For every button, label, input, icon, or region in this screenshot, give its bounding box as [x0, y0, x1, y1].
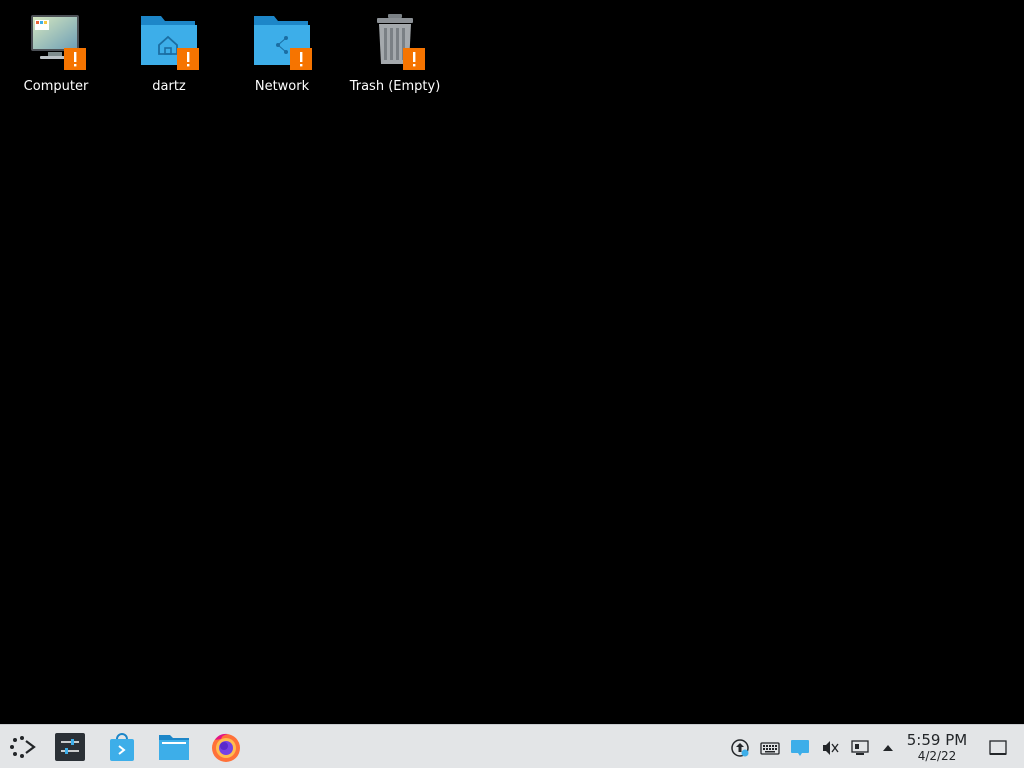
desktop-icon-label: Network: [254, 79, 310, 94]
notifications-button[interactable]: [790, 738, 810, 758]
warning-badge-icon: [64, 48, 86, 70]
computer-icon: [26, 12, 86, 70]
desktop-icon-network[interactable]: Network: [230, 10, 334, 100]
dolphin-file-manager-button[interactable]: [158, 731, 190, 763]
warning-badge-icon: [177, 48, 199, 70]
warning-badge-icon: [290, 48, 312, 70]
application-launcher-button[interactable]: [6, 731, 38, 763]
desktop[interactable]: Computer dartz Network Trash (Empty): [0, 0, 1024, 724]
desktop-icon-home-folder[interactable]: dartz: [117, 10, 221, 100]
tray-expand-button[interactable]: [878, 738, 898, 758]
keyboard-icon: [760, 742, 780, 762]
desktop-icon-computer[interactable]: Computer: [4, 10, 108, 100]
desktop-icon-label: Computer: [23, 79, 89, 94]
trash-icon: [365, 12, 425, 70]
network-wired-icon: [850, 740, 870, 762]
firefox-icon: [210, 733, 242, 767]
keyboard-layout-button[interactable]: [760, 738, 780, 758]
volume-button[interactable]: [820, 738, 840, 758]
firefox-button[interactable]: [210, 731, 242, 763]
tray-expand-arrow-icon: [878, 743, 898, 762]
dolphin-file-manager-icon: [158, 735, 190, 767]
show-desktop-icon: [988, 740, 1008, 762]
discover-store-icon: [106, 733, 138, 767]
updates-icon: [730, 739, 750, 762]
network-button[interactable]: [850, 738, 870, 758]
notifications-icon: [790, 740, 810, 762]
updates-button[interactable]: [730, 738, 750, 758]
system-settings-icon: [54, 733, 86, 767]
application-launcher-icon: [6, 736, 38, 767]
warning-badge-icon: [403, 48, 425, 70]
home-folder-icon: [139, 12, 199, 70]
network-folder-icon: [252, 12, 312, 70]
show-desktop-button[interactable]: [988, 738, 1008, 758]
desktop-icon-label: dartz: [152, 79, 186, 94]
taskbar-panel: 5:59 PM 4/2/22: [0, 724, 1024, 768]
desktop-icon-trash[interactable]: Trash (Empty): [343, 10, 447, 100]
clock-time: 5:59 PM: [906, 731, 968, 749]
desktop-icon-label: Trash (Empty): [349, 79, 441, 94]
digital-clock[interactable]: 5:59 PM 4/2/22: [900, 731, 974, 763]
volume-muted-icon: [820, 741, 840, 762]
discover-store-button[interactable]: [106, 731, 138, 763]
system-settings-button[interactable]: [54, 731, 86, 763]
clock-date: 4/2/22: [917, 749, 957, 763]
